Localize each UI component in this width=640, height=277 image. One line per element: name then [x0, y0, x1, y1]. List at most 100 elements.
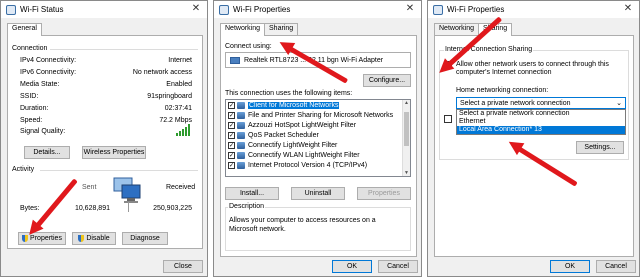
properties-button[interactable]: Properties — [18, 232, 66, 245]
component-icon — [237, 131, 245, 139]
configure-button[interactable]: Configure... — [363, 74, 411, 87]
details-button[interactable]: Details... — [24, 146, 70, 159]
sharing-pane: Internet Connection Sharing ✓ Allow othe… — [434, 35, 634, 257]
components-list: ▲ ▼ ✓ Client for Microsoft Networks ✓ File … — [225, 99, 411, 177]
wifi-properties-window: Wi-Fi Properties ✕ Networking Sharing Co… — [213, 0, 422, 277]
item-label: Connectify WLAN LightWeight Filter — [248, 151, 360, 159]
ok-button[interactable]: OK — [550, 260, 590, 273]
item-checkbox[interactable]: ✓ — [228, 161, 235, 169]
list-item[interactable]: ✓ File and Printer Sharing for Microsoft … — [226, 110, 410, 120]
network-icon — [219, 4, 229, 15]
connection-row-value: No network access — [132, 69, 192, 76]
close-icon[interactable]: ✕ — [621, 3, 635, 14]
scroll-up-icon[interactable]: ▲ — [403, 100, 410, 106]
install-button[interactable]: Install... — [225, 187, 279, 200]
window-title: Wi-Fi Properties — [233, 5, 291, 14]
wireless-properties-button[interactable]: Wireless Properties — [82, 146, 146, 159]
shield-icon — [78, 235, 85, 242]
list-scrollbar[interactable]: ▲ ▼ — [402, 100, 410, 176]
tab-networking[interactable]: Networking — [434, 23, 480, 35]
close-button[interactable]: Close — [163, 260, 203, 273]
list-item[interactable]: ✓ QoS Packet Scheduler — [226, 130, 410, 140]
bytes-received-value: 250,903,225 — [153, 205, 192, 212]
connection-row-value: 72.2 Mbps — [159, 117, 192, 124]
sent-label: Sent — [82, 184, 97, 191]
tab-strip: General — [7, 23, 42, 36]
computers-network-icon — [113, 177, 141, 203]
scroll-thumb[interactable] — [404, 112, 409, 146]
connection-row-value: 91springboard — [147, 93, 192, 100]
list-item[interactable]: ✓ Client for Microsoft Networks — [226, 100, 410, 110]
list-item[interactable]: ✓ Azzouzi HotSpot LightWeight Filter — [226, 120, 410, 130]
component-icon — [237, 151, 245, 159]
component-icon — [237, 111, 245, 119]
signal-label: Signal Quality: — [20, 128, 66, 135]
select-value: Select a private network connection — [460, 99, 571, 107]
component-icon — [237, 121, 245, 129]
item-checkbox[interactable]: ✓ — [228, 121, 235, 129]
item-label: Connectify LightWeight Filter — [248, 141, 338, 149]
activity-separator — [128, 202, 129, 212]
tab-networking[interactable]: Networking — [220, 23, 266, 36]
cancel-button[interactable]: Cancel — [596, 260, 636, 273]
item-checkbox[interactable]: ✓ — [228, 151, 235, 159]
connection-row-label: Duration: — [20, 105, 49, 112]
list-item[interactable]: ✓ Connectify WLAN LightWeight Filter — [226, 150, 410, 160]
component-icon — [237, 161, 245, 169]
close-icon[interactable]: ✕ — [403, 3, 417, 14]
title-bar: Wi-Fi Properties ✕ — [214, 1, 421, 18]
item-checkbox[interactable]: ✓ — [228, 101, 235, 109]
dropdown-option[interactable]: Local Area Connection* 13 — [457, 126, 625, 134]
list-item[interactable]: ✓ Internet Protocol Version 4 (TCP/IPv4) — [226, 160, 410, 170]
description-heading: Description — [228, 203, 266, 210]
second-checkbox[interactable] — [444, 115, 452, 123]
list-item[interactable]: ✓ Connectify LightWeight Filter — [226, 140, 410, 150]
settings-button[interactable]: Settings... — [576, 141, 624, 154]
divider — [50, 49, 198, 50]
signal-bars-icon — [176, 124, 190, 136]
dropdown-option[interactable]: Select a private network connection — [457, 110, 625, 118]
item-label: Azzouzi HotSpot LightWeight Filter — [248, 121, 357, 129]
connection-row-label: Media State: — [20, 81, 60, 88]
description-text: Allows your computer to access resources… — [229, 217, 376, 233]
scroll-down-icon[interactable]: ▼ — [403, 170, 410, 176]
ok-button[interactable]: OK — [332, 260, 372, 273]
component-icon — [237, 101, 245, 109]
general-pane: Connection IPv4 Connectivity: Internet IPv… — [7, 35, 203, 249]
activity-heading: Activity — [12, 166, 35, 173]
network-icon — [6, 4, 16, 15]
tab-sharing[interactable]: Sharing — [264, 23, 299, 35]
close-icon[interactable]: ✕ — [189, 3, 203, 14]
divider — [40, 170, 198, 171]
connection-row-label: IPv4 Connectivity: — [20, 57, 77, 64]
cancel-button[interactable]: Cancel — [378, 260, 418, 273]
connection-heading: Connection — [12, 45, 48, 52]
item-label: File and Printer Sharing for Microsoft N… — [248, 111, 394, 119]
dropdown-option[interactable]: Ethernet — [457, 118, 625, 126]
disable-button[interactable]: Disable — [72, 232, 116, 245]
properties-button[interactable]: Properties — [357, 187, 411, 200]
network-icon — [433, 4, 443, 15]
allow-text-line-2: computer's Internet connection — [456, 69, 552, 76]
bytes-label: Bytes: — [20, 205, 40, 212]
item-checkbox[interactable]: ✓ — [228, 141, 235, 149]
description-group: Description Allows your computer to acce… — [225, 203, 411, 251]
item-label: Client for Microsoft Networks — [248, 101, 340, 109]
connection-row-label: SSID: — [20, 93, 39, 100]
item-checkbox[interactable]: ✓ — [228, 131, 235, 139]
chevron-down-icon: ⌄ — [616, 100, 622, 107]
adapter-icon — [230, 56, 240, 64]
home-networking-label: Home networking connection: — [456, 87, 549, 94]
bytes-sent-value: 10,628,891 — [74, 205, 110, 212]
ics-group: Internet Connection Sharing ✓ Allow othe… — [439, 46, 629, 160]
diagnose-button[interactable]: Diagnose — [122, 232, 168, 245]
items-label: This connection uses the following items… — [225, 90, 353, 97]
allow-text-line-1: Allow other network users to connect thr… — [456, 61, 609, 68]
tab-general[interactable]: General — [7, 23, 42, 36]
connection-row-value: Internet — [168, 57, 192, 64]
item-checkbox[interactable]: ✓ — [228, 111, 235, 119]
home-connection-select[interactable]: Select a private network connection ⌄ — [456, 97, 626, 109]
uninstall-button[interactable]: Uninstall — [291, 187, 345, 200]
title-bar: Wi-Fi Properties ✕ — [428, 1, 639, 18]
component-icon — [237, 141, 245, 149]
